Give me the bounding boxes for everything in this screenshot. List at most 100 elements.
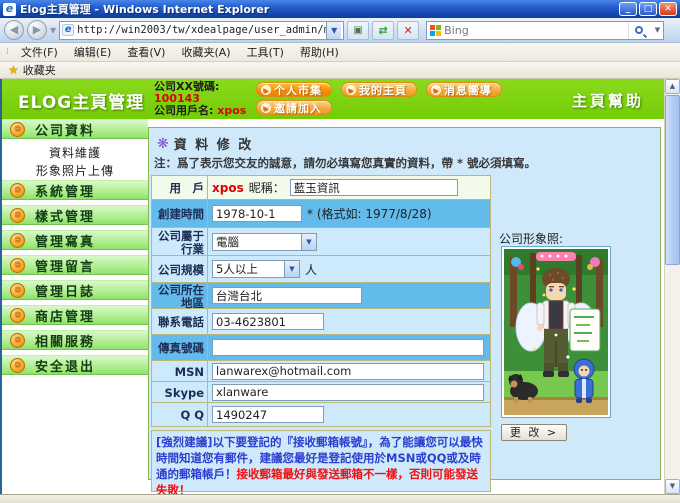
table-row-company-size: 公司規模 5人以上 ▼ 人	[152, 256, 490, 283]
company-user-label: 公司用戶名:	[154, 104, 213, 117]
company-photo-label: 公司形象照:	[499, 230, 563, 247]
sidebar-item-logout[interactable]: ❁ 安全退出	[2, 355, 148, 375]
page-header: ELOG主頁管理 公司XX號碼: 100143 公司用戶名: xpos ▶ 个人…	[2, 79, 664, 119]
skype-field[interactable]	[212, 384, 484, 401]
menu-edit[interactable]: 编辑(E)	[67, 42, 119, 62]
sidebar-item-messages[interactable]: ❁ 管理留言	[2, 255, 148, 275]
table-row-region: 公司所在地區	[152, 283, 490, 309]
ie-icon: e	[3, 3, 16, 16]
sidebar-item-photo-album[interactable]: ❁ 管理寫真	[2, 230, 148, 250]
company-user-value: xpos	[217, 104, 246, 117]
favorites-star-icon[interactable]: ★	[8, 63, 19, 77]
address-bar[interactable]: e http://win2003/tw/xdealpage/user_admin…	[59, 21, 344, 40]
qq-field[interactable]	[212, 406, 324, 423]
bing-logo-icon	[430, 25, 441, 36]
address-url[interactable]: http://win2003/tw/xdealpage/user_admin/m…	[77, 24, 326, 36]
sidebar-item-shop[interactable]: ❁ 商店管理	[2, 305, 148, 325]
table-row-industry: 公司屬于行業 電腦 ▼	[152, 228, 490, 256]
window-title: Elog主頁管理 - Windows Internet Explorer	[20, 1, 619, 17]
play-icon: ▶	[431, 85, 441, 95]
change-photo-button[interactable]: 更 改 >	[501, 424, 567, 441]
sidebar-subitem-data-maintain[interactable]: 資料維護	[2, 144, 148, 160]
phone-field[interactable]	[212, 313, 324, 330]
vertical-scrollbar[interactable]: ▲ ▼	[664, 79, 680, 494]
coin-icon: ❁	[10, 122, 25, 137]
invite-join-button[interactable]: ▶ 邀請加入	[256, 100, 332, 115]
stop-button[interactable]: ✕	[397, 21, 419, 40]
close-button[interactable]: ✕	[659, 2, 677, 16]
table-row-fax: 傳真號碼	[152, 335, 490, 361]
table-row-create-time: 創建時間 * (格式如: 1977/8/28)	[152, 200, 490, 228]
table-row-msn: MSN	[152, 361, 490, 382]
menu-bar: ⁞ 文件(F) 编辑(E) 查看(V) 收藏夹(A) 工具(T) 帮助(H)	[0, 43, 680, 62]
sidebar-subitem-photo-upload[interactable]: 形象照片上傳	[2, 162, 148, 178]
page-icon: e	[62, 24, 74, 36]
search-box[interactable]: Bing ▼	[426, 21, 664, 40]
menu-favorites[interactable]: 收藏夹(A)	[174, 42, 237, 62]
title-bar: e Elog主頁管理 - Windows Internet Explorer _…	[0, 0, 680, 18]
maximize-button[interactable]: □	[639, 2, 657, 16]
scrollbar-thumb[interactable]	[665, 95, 680, 265]
sidebar-item-diary[interactable]: ❁ 管理日誌	[2, 280, 148, 300]
form-title: ❋ 資 料 修 改	[157, 134, 253, 153]
sidebar-item-company-info[interactable]: ❁ 公司資料	[2, 119, 148, 139]
coin-icon: ❁	[10, 333, 25, 348]
search-button[interactable]	[628, 22, 650, 39]
industry-select[interactable]: 電腦 ▼	[212, 233, 317, 251]
back-button[interactable]: ◀	[4, 20, 24, 40]
menu-view[interactable]: 查看(V)	[120, 42, 172, 62]
favorites-button[interactable]: 收藏夹	[23, 62, 56, 78]
coin-icon: ❁	[10, 233, 25, 248]
play-icon: ▶	[261, 85, 271, 95]
homepage-help-link[interactable]: 主頁幫助	[572, 90, 644, 111]
compatibility-view-button[interactable]: ▣	[347, 21, 369, 40]
refresh-button[interactable]: ⇄	[372, 21, 394, 40]
profile-edit-panel: ❋ 資 料 修 改 注：爲了表示您交友的誠意，請勿必填寫您真實的資料，帶 * 號…	[148, 127, 661, 480]
table-row-phone: 聯系電話	[152, 309, 490, 335]
create-time-field[interactable]	[212, 205, 302, 222]
table-row-user: 用 戶 xpos 昵稱：	[152, 176, 490, 200]
scroll-up-icon[interactable]: ▲	[665, 79, 680, 94]
search-icon	[635, 26, 643, 34]
sidebar-item-style[interactable]: ❁ 樣式管理	[2, 205, 148, 225]
navigation-bar: ◀ ▶ ▼ e http://win2003/tw/xdealpage/user…	[0, 18, 680, 43]
sidebar-item-related-services[interactable]: ❁ 相關服務	[2, 330, 148, 350]
menu-help[interactable]: 帮助(H)	[293, 42, 346, 62]
scroll-down-icon[interactable]: ▼	[665, 479, 680, 494]
browser-window: e Elog主頁管理 - Windows Internet Explorer _…	[0, 0, 680, 503]
site-brand: ELOG主頁管理	[18, 88, 144, 113]
coin-icon: ❁	[10, 358, 25, 373]
menu-file[interactable]: 文件(F)	[14, 42, 65, 62]
company-size-select[interactable]: 5人以上 ▼	[212, 260, 300, 278]
coin-icon: ❁	[10, 308, 25, 323]
search-options-icon[interactable]: ▼	[655, 26, 660, 34]
favorites-bar: ★ 收藏夹	[0, 62, 680, 79]
sidebar-item-system[interactable]: ❁ 系統管理	[2, 180, 148, 200]
coin-icon: ❁	[10, 208, 25, 223]
fax-field[interactable]	[212, 339, 484, 356]
table-row-skype: Skype	[152, 382, 490, 403]
coin-icon: ❁	[10, 183, 25, 198]
message-wizard-button[interactable]: ▶ 消息嚮導	[426, 82, 502, 97]
main-content: ❋ 資 料 修 改 注：爲了表示您交友的誠意，請勿必填寫您真實的資料，帶 * 號…	[148, 119, 664, 494]
region-field[interactable]	[212, 287, 362, 304]
nickname-field[interactable]	[290, 179, 458, 196]
search-input[interactable]: Bing	[444, 24, 625, 37]
my-homepage-button[interactable]: ▶ 我的主頁	[341, 82, 417, 97]
forward-button[interactable]: ▶	[27, 20, 47, 40]
personal-market-button[interactable]: ▶ 个人市集	[256, 82, 332, 97]
address-dropdown-icon[interactable]: ▼	[326, 22, 341, 39]
page-area: ELOG主頁管理 公司XX號碼: 100143 公司用戶名: xpos ▶ 个人…	[0, 79, 680, 494]
company-size-unit: 人	[305, 261, 317, 278]
username-value: xpos	[212, 181, 244, 195]
chevron-down-icon[interactable]: ▼	[301, 234, 316, 250]
msn-field[interactable]	[212, 363, 484, 380]
menu-tools[interactable]: 工具(T)	[240, 42, 291, 62]
minimize-button[interactable]: _	[619, 2, 637, 16]
account-info: 公司XX號碼: 100143 公司用戶名: xpos	[154, 81, 246, 117]
history-dropdown-icon[interactable]: ▼	[50, 26, 56, 35]
chevron-down-icon[interactable]: ▼	[284, 261, 299, 277]
play-icon: ▶	[346, 85, 356, 95]
mailbox-notice: [強烈建議]以下要登記的『接收郵箱帳號』，為了能讓您可以最快時間知道您有郵件，建…	[151, 430, 491, 492]
toolbar-grip: ⁞	[6, 47, 8, 57]
